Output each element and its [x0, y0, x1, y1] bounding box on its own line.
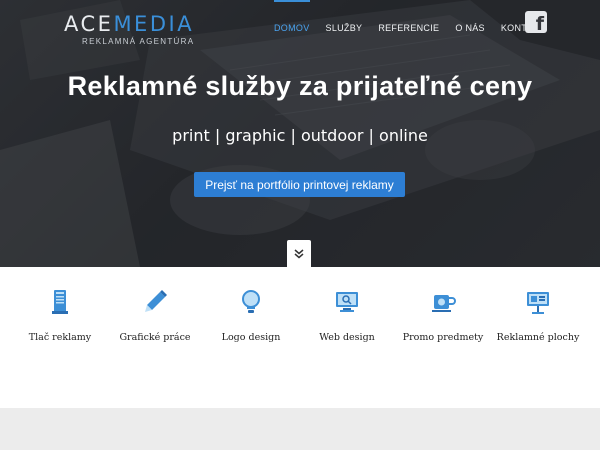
service-logo-design[interactable]: Logo design	[203, 287, 299, 344]
nav-item-referencie[interactable]: REFERENCIE	[370, 0, 447, 56]
service-graficke-prace[interactable]: Grafické práce	[107, 287, 203, 344]
logo-media-text: MEDIA	[113, 12, 195, 36]
print-icon	[52, 290, 68, 314]
service-label: Promo predmety	[402, 332, 484, 343]
service-label: Tlač reklamy	[28, 332, 92, 343]
hero-title: Reklamné služby za prijateľné ceny	[67, 71, 533, 101]
nav-item-sluzby[interactable]: SLUŽBY	[318, 0, 371, 56]
main-nav: DOMOV SLUŽBY REFERENCIE O NÁS KONTAKT	[266, 0, 553, 56]
logo[interactable]: ACEMEDIA REKLAMNÁ AGENTÚRA	[64, 12, 199, 48]
portfolio-button[interactable]: Prejsť na portfólio printovej reklamy	[194, 172, 405, 197]
service-label: Reklamné plochy	[496, 332, 580, 343]
hero-section: ACEMEDIA REKLAMNÁ AGENTÚRA DOMOV SLUŽBY …	[0, 0, 600, 267]
service-label: Logo design	[221, 332, 281, 343]
service-label: Grafické práce	[119, 332, 191, 343]
service-web-design[interactable]: Web design	[299, 287, 395, 344]
services-section: Tlač reklamy Grafické práce Logo design …	[0, 267, 600, 408]
logo-tagline: REKLAMNÁ AGENTÚRA	[82, 37, 195, 46]
footer-band	[0, 408, 600, 450]
lightbulb-icon	[242, 290, 260, 313]
facebook-icon[interactable]: f	[525, 11, 547, 34]
nav-item-o-nas[interactable]: O NÁS	[447, 0, 493, 56]
service-reklamne-plochy[interactable]: Reklamné plochy	[490, 287, 586, 344]
double-chevron-down-icon	[294, 248, 304, 258]
service-label: Web design	[319, 332, 375, 343]
service-promo-predmety[interactable]: Promo predmety	[395, 287, 491, 344]
logo-ace-text: ACE	[64, 12, 114, 36]
service-tlac-reklamy[interactable]: Tlač reklamy	[12, 287, 108, 344]
hero-subtitle: print | graphic | outdoor | online	[172, 126, 428, 145]
pencil-icon	[145, 290, 167, 312]
billboard-icon	[527, 292, 549, 314]
nav-item-domov[interactable]: DOMOV	[266, 0, 318, 56]
mug-icon	[432, 295, 456, 312]
monitor-icon	[336, 292, 358, 312]
scroll-down-button[interactable]	[287, 240, 311, 267]
